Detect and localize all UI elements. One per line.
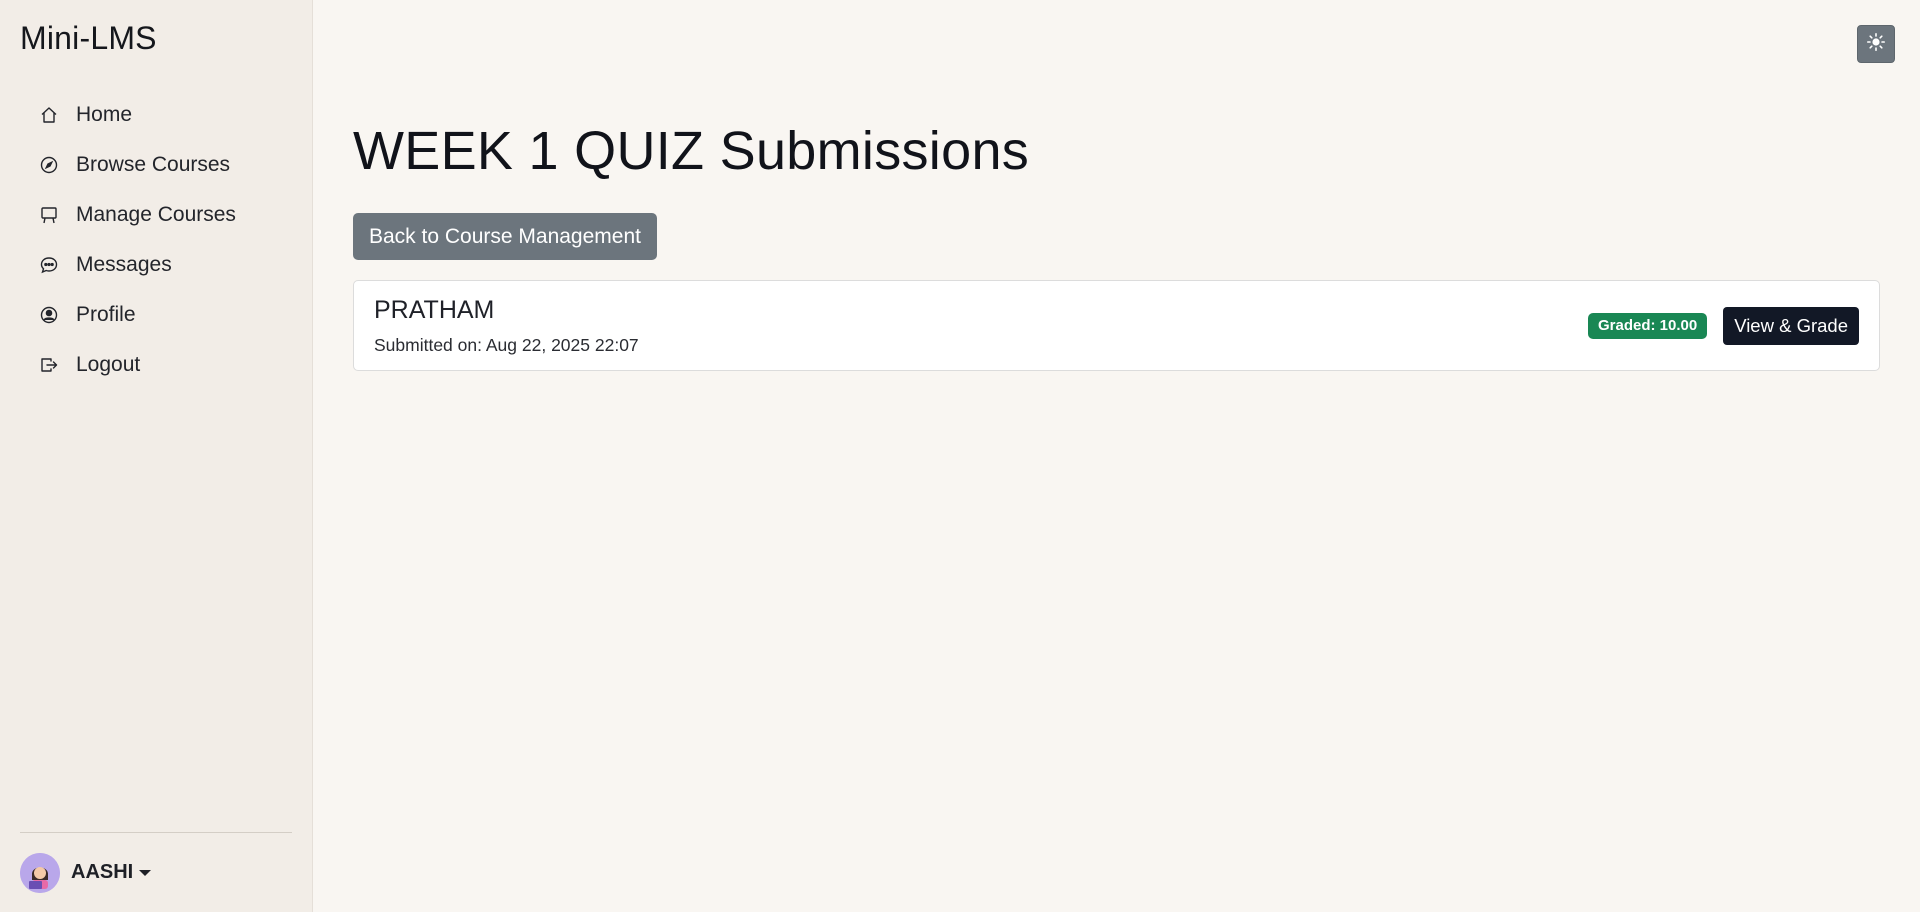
sidebar-item-browse-courses[interactable]: Browse Courses [20,140,312,190]
submitted-date: Submitted on: Aug 22, 2025 22:07 [374,335,639,355]
submission-actions: Graded: 10.00 View & Grade [1587,306,1859,345]
sidebar-item-label: Profile [76,303,136,326]
sidebar-item-label: Browse Courses [76,153,231,176]
view-and-grade-button[interactable]: View & Grade [1723,306,1859,345]
sidebar-item-profile[interactable]: Profile [20,290,312,340]
sun-icon [1866,32,1886,57]
chat-dots-icon [38,254,60,276]
sidebar-item-manage-courses[interactable]: Manage Courses [20,190,312,240]
sidebar-item-logout[interactable]: Logout [20,340,312,390]
app-shell: Mini-LMS Home Browse Courses Manage Cour… [0,0,1920,912]
home-icon [38,104,60,126]
caret-down-icon [139,869,152,876]
easel-icon [38,204,60,226]
theme-toggle-button[interactable] [1857,25,1895,63]
sidebar-item-messages[interactable]: Messages [20,240,312,290]
sidebar: Mini-LMS Home Browse Courses Manage Cour… [0,0,313,912]
page-title: WEEK 1 QUIZ Submissions [353,121,1030,181]
main-content: WEEK 1 QUIZ Submissions Back to Course M… [313,0,1920,912]
student-name: PRATHAM [374,296,495,324]
box-arrow-right-icon [38,354,60,376]
graded-badge: Graded: 10.00 [1587,312,1708,339]
person-circle-icon [38,304,60,326]
compass-icon [38,154,60,176]
avatar [20,852,60,893]
brand-logo[interactable]: Mini-LMS [0,0,312,90]
user-menu[interactable]: AASHI [20,832,292,912]
back-to-course-management-button[interactable]: Back to Course Management [353,213,657,260]
sidebar-item-label: Logout [76,353,141,376]
submission-info: PRATHAM Submitted on: Aug 22, 2025 22:07 [374,295,639,356]
sidebar-item-label: Messages [76,253,172,276]
sidebar-item-label: Home [76,103,133,126]
user-name: AASHI [71,861,134,883]
sidebar-nav: Home Browse Courses Manage Courses Messa… [0,90,312,390]
sidebar-item-label: Manage Courses [76,203,236,226]
submission-card: PRATHAM Submitted on: Aug 22, 2025 22:07… [353,280,1880,371]
sidebar-item-home[interactable]: Home [20,90,312,140]
